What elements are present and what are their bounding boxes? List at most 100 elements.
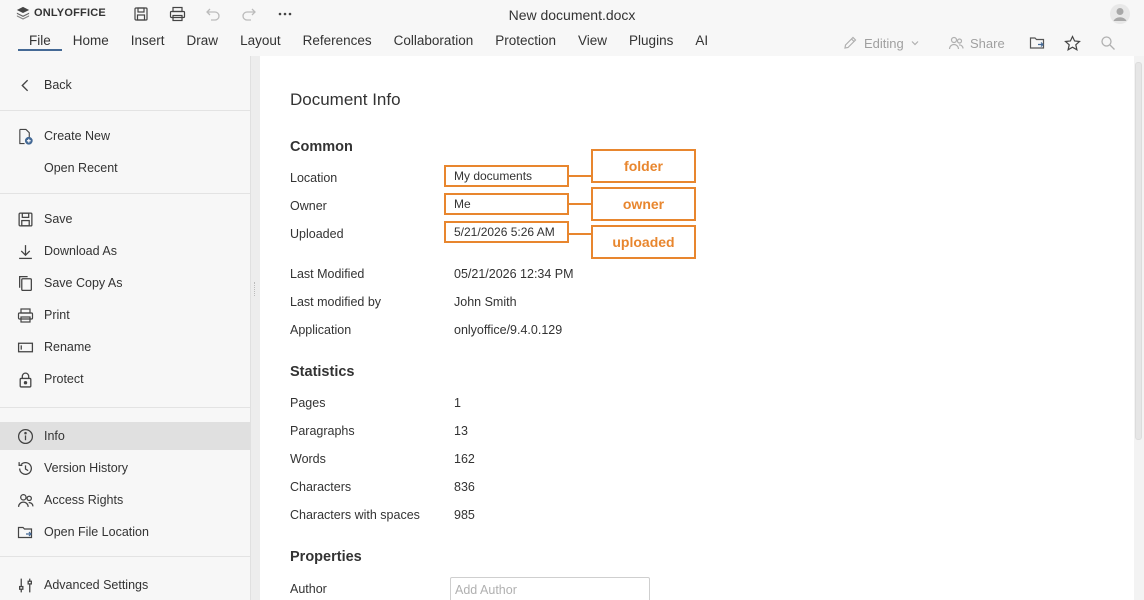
copy-icon	[16, 274, 34, 292]
share-button[interactable]: Share	[948, 31, 1005, 55]
open-location-button[interactable]	[1027, 33, 1047, 53]
location-value: My documents	[444, 165, 569, 187]
sidebar-label: Version History	[44, 461, 129, 475]
tab-home[interactable]: Home	[62, 33, 120, 51]
characters-label: Characters	[290, 480, 352, 494]
characters-value: 836	[454, 480, 475, 494]
sidebar-label: Download As	[44, 244, 117, 258]
tab-references[interactable]: References	[292, 33, 383, 51]
favorite-button[interactable]	[1062, 33, 1082, 53]
scrollbar-thumb[interactable]	[1135, 62, 1142, 440]
callout-uploaded: uploaded	[591, 225, 696, 259]
sidebar-label: Access Rights	[44, 493, 124, 507]
sidebar-item-save[interactable]: Save	[0, 205, 250, 233]
sidebar-label: Rename	[44, 340, 92, 354]
tab-insert[interactable]: Insert	[120, 33, 176, 51]
sidebar-item-protect[interactable]: Protect	[0, 365, 250, 393]
tab-protection[interactable]: Protection	[484, 33, 567, 51]
download-icon	[16, 242, 34, 260]
owner-label: Owner	[290, 199, 327, 213]
author-label: Author	[290, 582, 327, 596]
location-label: Location	[290, 171, 338, 185]
words-value: 162	[454, 452, 475, 466]
section-statistics-heading: Statistics	[290, 364, 355, 380]
sidebar-item-rename[interactable]: Rename	[0, 333, 250, 361]
characters-with-spaces-label: Characters with spaces	[290, 508, 420, 522]
sidebar-item-open-recent[interactable]: Open Recent	[0, 154, 250, 182]
search-icon	[1101, 36, 1115, 50]
chevron-left-icon	[16, 76, 34, 94]
file-sidebar: Back Create New Open Recent Save Downloa…	[0, 56, 250, 600]
user-icon	[1110, 4, 1130, 24]
sidebar-item-open-file-location[interactable]: Open File Location	[0, 518, 250, 546]
sidebar-label: Save Copy As	[44, 276, 123, 290]
words-label: Words	[290, 452, 326, 466]
sidebar-label: Info	[44, 429, 65, 443]
new-document-icon	[16, 127, 34, 145]
callout-folder: folder	[591, 149, 696, 183]
last-modified-label: Last Modified	[290, 267, 365, 281]
sidebar-item-access-rights[interactable]: Access Rights	[0, 486, 250, 514]
application-label: Application	[290, 323, 352, 337]
folder-icon	[16, 523, 34, 541]
tab-file[interactable]: File	[18, 33, 62, 51]
editing-label: Editing	[864, 35, 904, 51]
splitter-grip	[254, 282, 256, 296]
divider	[0, 110, 250, 111]
sidebar-item-print[interactable]: Print	[0, 301, 250, 329]
sidebar-label: Print	[44, 308, 70, 322]
main-menu: File Home Insert Draw Layout References …	[18, 33, 719, 51]
pages-label: Pages	[290, 396, 326, 410]
editing-mode-button[interactable]: Editing	[842, 31, 920, 55]
pages-value: 1	[454, 396, 461, 410]
sidebar-label: Save	[44, 212, 73, 226]
user-avatar[interactable]	[1110, 4, 1130, 24]
tab-collaboration[interactable]: Collaboration	[383, 33, 485, 51]
callout-owner: owner	[591, 187, 696, 221]
tab-draw[interactable]: Draw	[176, 33, 230, 51]
share-icon	[948, 36, 964, 50]
sidebar-item-create-new[interactable]: Create New	[0, 122, 250, 150]
sidebar-item-version-history[interactable]: Version History	[0, 454, 250, 482]
tab-layout[interactable]: Layout	[229, 33, 292, 51]
tab-ai[interactable]: AI	[684, 33, 719, 51]
author-input[interactable]	[450, 577, 650, 600]
sidebar-label: Create New	[44, 129, 110, 143]
info-icon	[16, 427, 34, 445]
callout-connector	[569, 233, 591, 235]
uploaded-value: 5/21/2026 5:26 AM	[444, 221, 569, 243]
section-common-heading: Common	[290, 139, 353, 155]
sidebar-item-save-copy-as[interactable]: Save Copy As	[0, 269, 250, 297]
divider	[0, 193, 250, 194]
save-icon	[16, 210, 34, 228]
star-icon	[1063, 34, 1081, 51]
chevron-down-icon	[911, 41, 919, 46]
history-icon	[16, 459, 34, 477]
sidebar-label: Open File Location	[44, 525, 149, 539]
panel-splitter[interactable]	[250, 56, 260, 600]
sidebar-label: Advanced Settings	[44, 578, 149, 592]
folder-icon	[1029, 37, 1044, 49]
sidebar-item-advanced-settings[interactable]: Advanced Settings	[0, 571, 250, 599]
search-button[interactable]	[1098, 33, 1118, 53]
paragraphs-label: Paragraphs	[290, 424, 355, 438]
sidebar-label: Protect	[44, 372, 84, 386]
last-modified-by-label: Last modified by	[290, 295, 382, 309]
divider	[0, 556, 250, 557]
last-modified-value: 05/21/2026 12:34 PM	[454, 267, 574, 281]
lock-icon	[16, 370, 34, 388]
pencil-icon	[844, 36, 857, 49]
sidebar-item-back[interactable]: Back	[0, 71, 250, 99]
sidebar-item-info[interactable]: Info	[0, 422, 250, 450]
page-title: Document Info	[290, 90, 401, 109]
tab-plugins[interactable]: Plugins	[618, 33, 684, 51]
divider	[0, 407, 250, 408]
tab-view[interactable]: View	[567, 33, 618, 51]
last-modified-by-value: John Smith	[454, 295, 517, 309]
characters-with-spaces-value: 985	[454, 508, 475, 522]
uploaded-label: Uploaded	[290, 227, 344, 241]
sidebar-item-download-as[interactable]: Download As	[0, 237, 250, 265]
users-icon	[16, 491, 34, 509]
print-icon	[16, 306, 34, 324]
owner-value: Me	[444, 193, 569, 215]
